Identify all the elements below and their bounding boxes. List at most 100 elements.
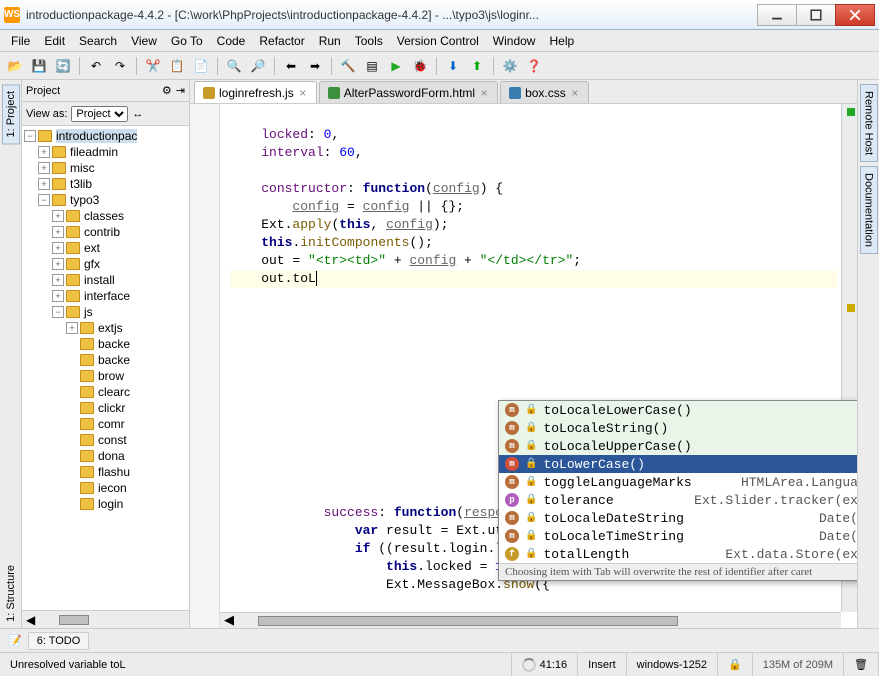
status-trash[interactable]: 🗑 xyxy=(844,653,879,676)
tree-node-introductionpac[interactable]: −introductionpac xyxy=(24,128,187,144)
paste-button[interactable]: 📄 xyxy=(190,55,212,77)
close-icon[interactable]: × xyxy=(570,88,580,98)
scroll-thumb[interactable] xyxy=(258,616,678,626)
tree-node-comr[interactable]: comr xyxy=(66,416,187,432)
copy-button[interactable]: 📋 xyxy=(166,55,188,77)
rail-documentation-button[interactable]: Documentation xyxy=(860,166,878,254)
expand-icon[interactable]: + xyxy=(38,162,50,174)
status-encoding[interactable]: windows-1252 xyxy=(627,653,718,676)
completion-item[interactable]: p🔒toleranceExt.Slider.tracker(ext-all-de… xyxy=(499,491,857,509)
menu-refactor[interactable]: Refactor xyxy=(252,32,311,50)
status-lock[interactable]: 🔒 xyxy=(718,653,753,676)
project-tree[interactable]: −introductionpac+fileadmin+misc+t3lib−ty… xyxy=(22,126,189,610)
build-button[interactable]: 🔨 xyxy=(337,55,359,77)
tree-node-clickr[interactable]: clickr xyxy=(66,400,187,416)
tree-node-login[interactable]: login xyxy=(66,496,187,512)
sync-button[interactable]: 🔄 xyxy=(52,55,74,77)
tree-node-const[interactable]: const xyxy=(66,432,187,448)
tab-loginrefresh-js[interactable]: loginrefresh.js× xyxy=(194,81,317,103)
menu-run[interactable]: Run xyxy=(312,32,348,50)
menu-search[interactable]: Search xyxy=(72,32,124,50)
open-button[interactable]: 📂 xyxy=(4,55,26,77)
tab-box-css[interactable]: box.css× xyxy=(500,81,589,103)
completion-item[interactable]: m🔒toLocaleUpperCase()String xyxy=(499,437,857,455)
menu-code[interactable]: Code xyxy=(210,32,253,50)
scroll-left-icon[interactable]: ◀ xyxy=(220,613,238,628)
expand-icon[interactable]: + xyxy=(38,146,50,158)
maximize-button[interactable] xyxy=(796,4,836,26)
menu-view[interactable]: View xyxy=(124,32,164,50)
collapse-icon[interactable]: − xyxy=(24,130,36,142)
scroll-thumb[interactable] xyxy=(59,615,89,625)
panel-settings-icon[interactable]: ⚙ xyxy=(162,84,172,97)
cut-button[interactable]: ✂️ xyxy=(142,55,164,77)
completion-item[interactable]: m🔒toLocaleDateStringDate(ECMAScript.js2) xyxy=(499,509,857,527)
tree-node-backe[interactable]: backe xyxy=(66,352,187,368)
autoscroll-icon[interactable]: ↔ xyxy=(132,108,143,120)
tree-node-extjs[interactable]: +extjs xyxy=(66,320,187,336)
redo-button[interactable]: ↷ xyxy=(109,55,131,77)
editor-h-scrollbar[interactable]: ◀ xyxy=(220,612,841,628)
back-button[interactable]: ⬅ xyxy=(280,55,302,77)
tree-node-flashu[interactable]: flashu xyxy=(66,464,187,480)
tree-node-backe[interactable]: backe xyxy=(66,336,187,352)
expand-icon[interactable]: + xyxy=(52,242,64,254)
expand-icon[interactable]: + xyxy=(38,178,50,190)
todo-tool-button[interactable]: 6: TODO xyxy=(28,632,90,650)
menu-version-control[interactable]: Version Control xyxy=(390,32,486,50)
close-button[interactable] xyxy=(835,4,875,26)
completion-item[interactable]: m🔒toLowerCase()String xyxy=(499,455,857,473)
save-all-button[interactable]: 💾 xyxy=(28,55,50,77)
close-icon[interactable]: × xyxy=(298,88,308,98)
expand-icon[interactable]: + xyxy=(52,274,64,286)
warning-mark-icon[interactable] xyxy=(847,304,855,312)
expand-icon[interactable]: + xyxy=(52,258,64,270)
completion-item[interactable]: m🔒toLocaleTimeStringDate(ECMAScript.js2) xyxy=(499,527,857,545)
menu-window[interactable]: Window xyxy=(486,32,543,50)
code-completion-popup[interactable]: m🔒toLocaleLowerCase()Stringm🔒toLocaleStr… xyxy=(498,400,857,581)
menu-go-to[interactable]: Go To xyxy=(164,32,210,50)
expand-icon[interactable]: + xyxy=(52,226,64,238)
vcs-update-button[interactable]: ⬇ xyxy=(442,55,464,77)
tree-node-iecon[interactable]: iecon xyxy=(66,480,187,496)
tree-node-gfx[interactable]: +gfx xyxy=(52,256,187,272)
run-config-button[interactable]: ▤ xyxy=(361,55,383,77)
undo-button[interactable]: ↶ xyxy=(85,55,107,77)
menu-file[interactable]: File xyxy=(4,32,37,50)
completion-item[interactable]: m🔒toLocaleLowerCase()String xyxy=(499,401,857,419)
tree-node-ext[interactable]: +ext xyxy=(52,240,187,256)
expand-icon[interactable]: + xyxy=(66,322,78,334)
code-editor[interactable]: locked: 0, interval: 60, constructor: fu… xyxy=(190,104,857,628)
tab-AlterPasswordForm-html[interactable]: AlterPasswordForm.html× xyxy=(319,81,498,103)
menu-help[interactable]: Help xyxy=(542,32,581,50)
collapse-icon[interactable]: − xyxy=(38,194,50,206)
menu-tools[interactable]: Tools xyxy=(348,32,390,50)
menu-edit[interactable]: Edit xyxy=(37,32,72,50)
status-insert-mode[interactable]: Insert xyxy=(578,653,627,676)
vcs-commit-button[interactable]: ⬆ xyxy=(466,55,488,77)
replace-button[interactable]: 🔎 xyxy=(247,55,269,77)
tree-node-classes[interactable]: +classes xyxy=(52,208,187,224)
tree-node-misc[interactable]: +misc xyxy=(38,160,187,176)
expand-icon[interactable]: + xyxy=(52,210,64,222)
rail-project-button[interactable]: 1: Project xyxy=(2,84,20,144)
tree-node-t3lib[interactable]: +t3lib xyxy=(38,176,187,192)
find-button[interactable]: 🔍 xyxy=(223,55,245,77)
tree-node-dona[interactable]: dona xyxy=(66,448,187,464)
settings-button[interactable]: ⚙️ xyxy=(499,55,521,77)
tree-node-brow[interactable]: brow xyxy=(66,368,187,384)
completion-item[interactable]: m🔒toLocaleString()Object xyxy=(499,419,857,437)
help-button[interactable]: ❓ xyxy=(523,55,545,77)
status-memory[interactable]: 135M of 209M xyxy=(753,653,844,676)
completion-item[interactable]: m🔒toggleLanguageMarksHTMLArea.Language(l… xyxy=(499,473,857,491)
project-h-scrollbar[interactable]: ◀ xyxy=(22,610,189,628)
tree-node-js[interactable]: −js xyxy=(52,304,187,320)
scroll-left-icon[interactable]: ◀ xyxy=(22,613,39,627)
debug-button[interactable]: 🐞 xyxy=(409,55,431,77)
expand-icon[interactable]: + xyxy=(52,290,64,302)
tree-node-typo3[interactable]: −typo3 xyxy=(38,192,187,208)
tree-node-interface[interactable]: +interface xyxy=(52,288,187,304)
run-button[interactable]: ▶ xyxy=(385,55,407,77)
minimize-button[interactable] xyxy=(757,4,797,26)
panel-collapse-icon[interactable]: ⇥ xyxy=(176,84,185,97)
